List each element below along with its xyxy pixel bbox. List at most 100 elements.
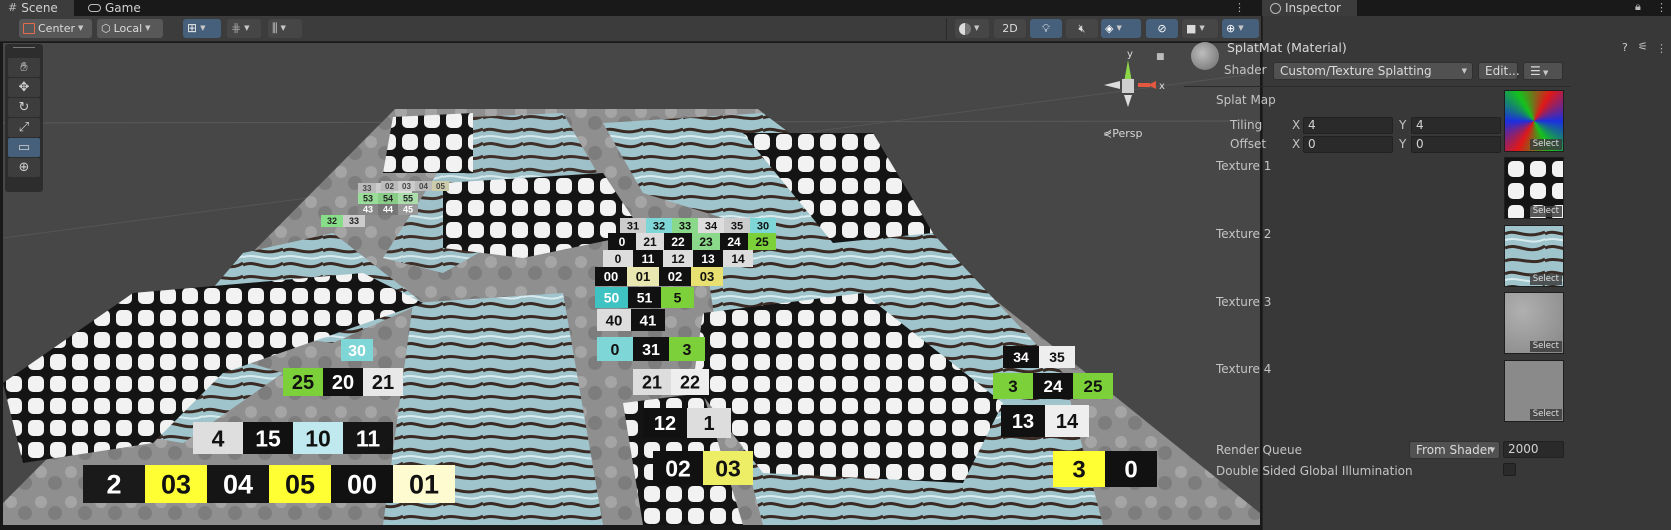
rect-tool[interactable]: ▭ xyxy=(8,138,40,157)
texture3-label: Texture 3 xyxy=(1216,295,1272,309)
number-tile-label: 01 xyxy=(409,470,439,500)
splat-map-thumbnail[interactable]: Select xyxy=(1504,90,1564,152)
hand-tool[interactable]: ✋︎ xyxy=(8,58,40,77)
grid-snap-toggle[interactable]: ⊞ ▼ xyxy=(183,19,221,38)
tiling-y-field[interactable]: 4 xyxy=(1411,117,1501,134)
scene-more-icon[interactable]: ⋮ xyxy=(1234,1,1245,15)
number-tile-label: 24 xyxy=(1044,377,1063,396)
select-button[interactable]: Select xyxy=(1529,274,1562,285)
audio-toggle[interactable]: 🔇︎ xyxy=(1066,19,1098,38)
projection-toggle[interactable]: ⋞Persp xyxy=(1103,127,1142,140)
splat-map-label: Splat Map xyxy=(1216,93,1276,107)
separator xyxy=(1184,86,1571,87)
number-tile-label: 15 xyxy=(255,425,281,451)
render-queue-dropdown[interactable]: From Shader ▼ xyxy=(1409,441,1500,459)
tab-scene[interactable]: # Scene xyxy=(0,0,74,16)
lock-icon[interactable]: 🔒︎ xyxy=(1635,0,1641,14)
draw-mode-dropdown[interactable]: ▼ xyxy=(955,19,989,38)
mode-2d-toggle[interactable]: 2D xyxy=(994,19,1026,38)
inspector-more-icon[interactable]: ⋮ xyxy=(1656,1,1667,15)
texture1-thumbnail[interactable]: Select xyxy=(1504,157,1564,219)
number-tile-label: 11 xyxy=(642,252,655,266)
preset-icon[interactable]: ⚟ xyxy=(1638,40,1648,53)
lighting-toggle[interactable]: 💡︎ xyxy=(1030,19,1062,38)
gizmos-dropdown[interactable]: ⊕ ▼ xyxy=(1222,19,1259,38)
ruler-icon: ⫼ xyxy=(272,21,278,35)
tiling-x-field[interactable]: 4 xyxy=(1303,117,1393,134)
number-tile-label: 10 xyxy=(305,425,331,451)
texture2-thumbnail[interactable]: Select xyxy=(1504,225,1564,287)
texture2-label: Texture 2 xyxy=(1216,227,1272,241)
number-tile-label: 31 xyxy=(627,220,639,232)
number-tile-label: 20 xyxy=(332,372,354,394)
number-tile-label: 34 xyxy=(705,220,718,232)
layers-icon: ◈ xyxy=(1105,22,1114,35)
number-tile-label: 14 xyxy=(731,252,745,266)
gizmo-lock-icon[interactable]: ■ xyxy=(1156,52,1165,62)
lightbulb-icon: 💡︎ xyxy=(1042,22,1050,35)
scale-icon: ⤢ xyxy=(18,120,30,135)
number-tile-label: 01 xyxy=(636,269,650,284)
tab-game[interactable]: Game xyxy=(80,0,150,16)
number-tile-label: 14 xyxy=(1056,411,1079,433)
select-button[interactable]: Select xyxy=(1529,409,1562,420)
overlay-drag-handle[interactable] xyxy=(13,47,35,48)
rotate-tool[interactable]: ↻ xyxy=(8,98,40,117)
texture1-label: Texture 1 xyxy=(1216,159,1272,173)
shader-dropdown[interactable]: Custom/Texture Splatting ▼ xyxy=(1273,62,1473,80)
pivot-dropdown[interactable]: Center ▼ xyxy=(19,19,92,38)
transform-tool[interactable]: ⊕ xyxy=(8,158,40,177)
select-button[interactable]: Select xyxy=(1529,206,1562,217)
number-tile-label: 03 xyxy=(402,182,411,191)
offset-x-field[interactable]: 0 xyxy=(1303,136,1393,153)
number-tile-label: 44 xyxy=(383,205,393,215)
mute-icon: 🔇︎ xyxy=(1078,22,1086,35)
number-tile-label: 24 xyxy=(727,235,741,249)
number-tile-label: 0 xyxy=(615,252,622,266)
move-icon: ✥ xyxy=(18,80,30,95)
increment-snap-toggle[interactable]: ⋕ ▼ xyxy=(227,19,261,38)
tiling-label: Tiling xyxy=(1230,118,1263,132)
texture4-thumbnail[interactable]: Select xyxy=(1504,360,1564,422)
tab-inspector[interactable]: Inspector xyxy=(1262,0,1357,16)
component-more-icon[interactable]: ⋮ xyxy=(1656,42,1667,56)
number-tile-label: 41 xyxy=(640,312,657,329)
number-tile-label: 35 xyxy=(1049,349,1065,365)
grid-visibility-toggle[interactable]: ⫼ ▼ xyxy=(268,19,302,38)
shader-options-dropdown[interactable]: ☰ ▼ xyxy=(1523,62,1563,80)
number-tile-label: 3 xyxy=(1072,457,1085,484)
tiling-x-label: X xyxy=(1292,118,1301,132)
number-tile-label: 22 xyxy=(680,372,700,392)
edit-shader-button[interactable]: Edit... xyxy=(1478,62,1520,80)
select-button[interactable]: Select xyxy=(1529,139,1562,150)
chevron-down-icon: ▼ xyxy=(1540,69,1549,77)
render-queue-field[interactable]: 2000 xyxy=(1503,441,1564,458)
transform-icon: ⊕ xyxy=(18,160,30,175)
double-sided-gi-checkbox[interactable] xyxy=(1503,463,1516,476)
number-tile-label: 3 xyxy=(683,342,692,359)
scale-tool[interactable]: ⤢ xyxy=(8,118,40,137)
number-tile-label: 0 xyxy=(611,342,620,359)
effects-dropdown[interactable]: ◈ ▼ xyxy=(1101,19,1141,38)
scene-viewport[interactable]: 2 03 04 05 00 01 4 15 10 11 25 20 21 30 31 32 33 34 35 30 0 2… xyxy=(3,43,1260,525)
offset-y-field[interactable]: 0 xyxy=(1411,136,1501,153)
camera-dropdown[interactable]: ■ ▼ xyxy=(1182,19,1218,38)
scene-visibility-toggle[interactable]: ⊘ xyxy=(1146,19,1178,38)
select-button[interactable]: Select xyxy=(1529,341,1562,352)
chevron-down-icon: ▼ xyxy=(1461,67,1467,75)
number-tile-label: 3 xyxy=(1008,377,1017,396)
number-tile-label: 32 xyxy=(653,220,665,232)
rect-icon: ▭ xyxy=(17,140,31,155)
number-tile-label: 11 xyxy=(356,425,381,451)
scene-render: 2 03 04 05 00 014 15 10 1125 20 213031 32 33 34 35 300 2… xyxy=(3,72,1260,525)
scene-tab-strip xyxy=(0,0,1261,16)
texture3-thumbnail[interactable]: Select xyxy=(1504,292,1564,354)
help-icon[interactable]: ? xyxy=(1622,41,1628,54)
move-tool[interactable]: ✥ xyxy=(8,78,40,97)
number-tile-label: 13 xyxy=(1012,411,1034,433)
checker-mesh-patch xyxy=(383,113,473,173)
space-dropdown[interactable]: ⬡ Local ▼ xyxy=(97,19,163,38)
number-tile-label: 12 xyxy=(671,252,685,266)
rotate-icon: ↻ xyxy=(18,100,30,115)
number-tile-label: 23 xyxy=(699,235,713,249)
